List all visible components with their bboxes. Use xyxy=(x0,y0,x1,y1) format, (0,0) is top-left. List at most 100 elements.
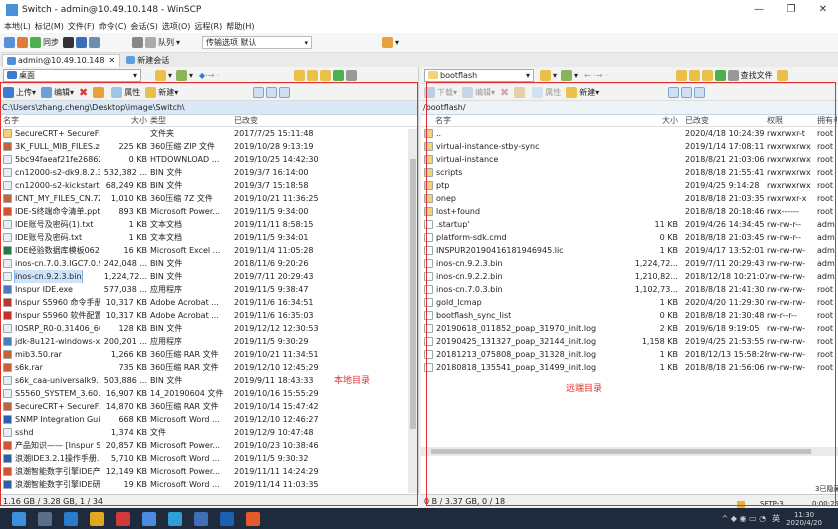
menu-session[interactable]: 会话(S) xyxy=(131,21,158,32)
file-name-cell[interactable]: .startup' xyxy=(421,218,621,231)
menu-file[interactable]: 文件(F) xyxy=(68,21,95,32)
compare-icon[interactable] xyxy=(4,37,15,48)
select-all-icon[interactable] xyxy=(253,86,265,98)
parent-dir-icon[interactable] xyxy=(675,69,687,81)
file-name-cell[interactable]: IDE账号及密码(1).txt xyxy=(0,218,100,231)
taskbar-app-icon[interactable] xyxy=(64,511,78,526)
chevron-down-icon[interactable]: ▾ xyxy=(189,71,193,80)
queue-icon[interactable] xyxy=(145,37,156,48)
download-button[interactable]: 下载 ▾ xyxy=(424,86,457,98)
file-name-cell[interactable]: ptp xyxy=(421,179,621,192)
delete-button[interactable]: ✖ xyxy=(79,86,88,99)
session-icon[interactable] xyxy=(382,37,394,48)
file-name-cell[interactable]: 产品知识—— [Inspur S... xyxy=(0,439,100,452)
file-name-cell[interactable]: s6k_caa-universalk9.11.03... xyxy=(0,374,100,387)
table-row[interactable]: S5560_SYSTEM_3.60.14_20... 16,907 KB14_20… xyxy=(0,387,418,400)
table-row[interactable]: SecureCRT+ SecureFX 7.0... 14,870 KB360压缩… xyxy=(0,400,418,413)
col-type[interactable]: 类型 xyxy=(150,115,234,126)
file-name-cell[interactable]: cn12000-s2-dk9.8.2.3.bin xyxy=(0,166,100,179)
taskbar-app-icon[interactable] xyxy=(194,511,208,526)
taskbar-app-icon[interactable] xyxy=(116,511,130,526)
tray-icons[interactable]: ^ ◆ ◉ ▭ ◔ xyxy=(722,514,767,523)
table-row[interactable]: SNMP Integration Guide ... 668 KBMicrosof… xyxy=(0,413,418,426)
chevron-down-icon[interactable]: ▾ xyxy=(574,71,578,80)
table-row[interactable]: cn12000-s2-kickstart.8.2.3... 68,249 KBBI… xyxy=(0,179,418,192)
file-name-cell[interactable]: 浪潮智能数字引擎IDE研拓扑... xyxy=(0,478,100,491)
table-row[interactable]: .. 2020/4/18 10:24:39 rwxrwxr-t root xyxy=(421,127,838,140)
file-name-cell[interactable]: mib3.50.rar xyxy=(0,348,100,361)
table-row[interactable]: cn12000-s2-dk9.8.2.3.bin532,382 ...BIN 文… xyxy=(0,166,418,179)
col-owner[interactable]: 拥有者 xyxy=(817,115,837,126)
local-scrollbar-thumb[interactable] xyxy=(410,159,416,429)
minimize-button[interactable]: — xyxy=(744,0,774,20)
forward-icon[interactable]: → · xyxy=(208,71,220,80)
close-icon[interactable]: ✕ xyxy=(109,56,116,65)
file-name-cell[interactable]: platform-sdk.cmd xyxy=(421,231,621,244)
file-name-cell[interactable]: Inspur S5960 命令手册-V1.... xyxy=(0,296,100,309)
file-name-cell[interactable]: cn12000-s2-kickstart.8.2.3... xyxy=(0,179,100,192)
find-icon[interactable] xyxy=(345,69,357,81)
folder-filter-icon[interactable] xyxy=(155,69,166,81)
rename-button-remote[interactable] xyxy=(514,86,527,98)
file-name-cell[interactable]: s6k.rar xyxy=(0,361,100,374)
sync-browse-icon[interactable] xyxy=(776,69,788,81)
transfer-settings-select[interactable]: 传输选项 默认 ▾ xyxy=(202,36,313,49)
file-name-cell[interactable]: 3K_FULL_MIB_FILES.zip xyxy=(0,140,100,153)
root-dir-icon[interactable] xyxy=(688,69,700,81)
local-scrollbar[interactable] xyxy=(408,129,418,493)
table-row[interactable]: Inspur S5960 软件配置指南... 10,317 KBAdobe Acr… xyxy=(0,309,418,322)
select-all-icon[interactable] xyxy=(668,86,680,98)
col-name[interactable]: 名字 xyxy=(0,115,100,126)
file-name-cell[interactable]: virtual-instance-stby-sync xyxy=(421,140,621,153)
table-row[interactable]: INSPUR20190416181946945.lic 1 KB 2019/4/17… xyxy=(421,244,838,257)
chevron-down-icon[interactable]: ▾ xyxy=(176,38,180,47)
file-name-cell[interactable]: S5560_SYSTEM_3.60.14_20... xyxy=(0,387,100,400)
table-row[interactable]: SecureCRT+ SecureFX 7.0... 文件夹 2017/7/25 1… xyxy=(0,127,418,140)
sync-icon[interactable] xyxy=(30,37,41,48)
table-row[interactable]: inos-cn.7.0.3.IGC7.0.94.bin242,048 ...BI… xyxy=(0,257,418,270)
menu-help[interactable]: 帮助(H) xyxy=(226,21,254,32)
deselect-icon[interactable] xyxy=(681,86,693,98)
rename-button[interactable] xyxy=(93,86,106,98)
table-row[interactable]: 浪潮智能数字引擎IDE研拓扑... 19 KBMicrosoft Word ...… xyxy=(0,478,418,491)
file-name-cell[interactable]: IDE-S终端命令清单.pptx xyxy=(0,205,100,218)
new-button[interactable]: 新建 ▾ xyxy=(145,86,178,98)
table-row[interactable]: 20181213_075808_poap_31328_init.log 1 KB 2… xyxy=(421,348,838,361)
grid-icon[interactable] xyxy=(89,37,100,48)
file-name-cell[interactable]: 浪潮IDE3.2.1操作手册.doc xyxy=(0,452,100,465)
close-button[interactable]: ✕ xyxy=(808,0,838,20)
chevron-down-icon[interactable]: ▾ xyxy=(395,38,399,47)
remote-hscrollbar-thumb[interactable] xyxy=(431,449,811,454)
menu-commands[interactable]: 命令(C) xyxy=(99,21,127,32)
delete-button-remote[interactable]: ✖ xyxy=(500,86,509,99)
remote-dir-select[interactable]: bootflash ▾ xyxy=(424,68,534,82)
filter-icon[interactable] xyxy=(176,69,188,81)
upload-button[interactable]: 上传 ▾ xyxy=(3,86,36,98)
parent-dir-icon[interactable] xyxy=(293,69,305,81)
file-name-cell[interactable]: SecureCRT+ SecureFX 7.0... xyxy=(0,400,100,413)
table-row[interactable]: platform-sdk.cmd 0 KB 2018/8/18 21:03:45 rw… xyxy=(421,231,838,244)
refresh-icon[interactable] xyxy=(17,37,28,48)
col-size[interactable]: 大小 xyxy=(621,115,681,126)
table-row[interactable]: 浪潮IDE3.2.1操作手册.doc 5,710 KBMicrosoft Word… xyxy=(0,452,418,465)
table-row[interactable]: inos-cn.7.0.3.bin 1,102,73... 2018/8/18 21… xyxy=(421,283,838,296)
tab-session[interactable]: admin@10.49.10.148 ✕ xyxy=(2,53,121,67)
remote-hscrollbar[interactable] xyxy=(421,447,838,456)
table-row[interactable]: sshd 1,374 KB 文件 2019/12/9 10:47:48 xyxy=(0,426,418,439)
putty-icon[interactable] xyxy=(76,37,87,48)
clock[interactable]: 11:30 2020/4/20 xyxy=(786,511,822,527)
menu-options[interactable]: 选项(O) xyxy=(162,21,191,32)
properties-button-remote[interactable]: 属性 xyxy=(532,86,561,98)
maximize-button[interactable]: ❐ xyxy=(776,0,806,20)
table-row[interactable]: Inspur S5960 命令手册-V1.... 10,317 KBAdobe A… xyxy=(0,296,418,309)
file-name-cell[interactable]: bootflash_sync_list xyxy=(421,309,621,322)
file-name-cell[interactable]: IDE账号及密码.txt xyxy=(0,231,100,244)
table-row[interactable]: ptp 2019/4/25 9:14:28 rwxrwxrwx root xyxy=(421,179,838,192)
col-changed[interactable]: 已改变 xyxy=(681,115,767,126)
taskbar-app-icon[interactable] xyxy=(168,511,182,526)
file-name-cell[interactable]: .. xyxy=(421,127,621,140)
col-rights[interactable]: 权限 xyxy=(767,115,817,126)
table-row[interactable]: 产品知识—— [Inspur S... 20,857 KB Microsoft Po… xyxy=(0,439,418,452)
table-row[interactable]: bootflash_sync_list 0 KB 2018/8/18 21:30:4… xyxy=(421,309,838,322)
file-name-cell[interactable]: ICNT_MY_FILES_CN.7Z xyxy=(0,192,100,205)
